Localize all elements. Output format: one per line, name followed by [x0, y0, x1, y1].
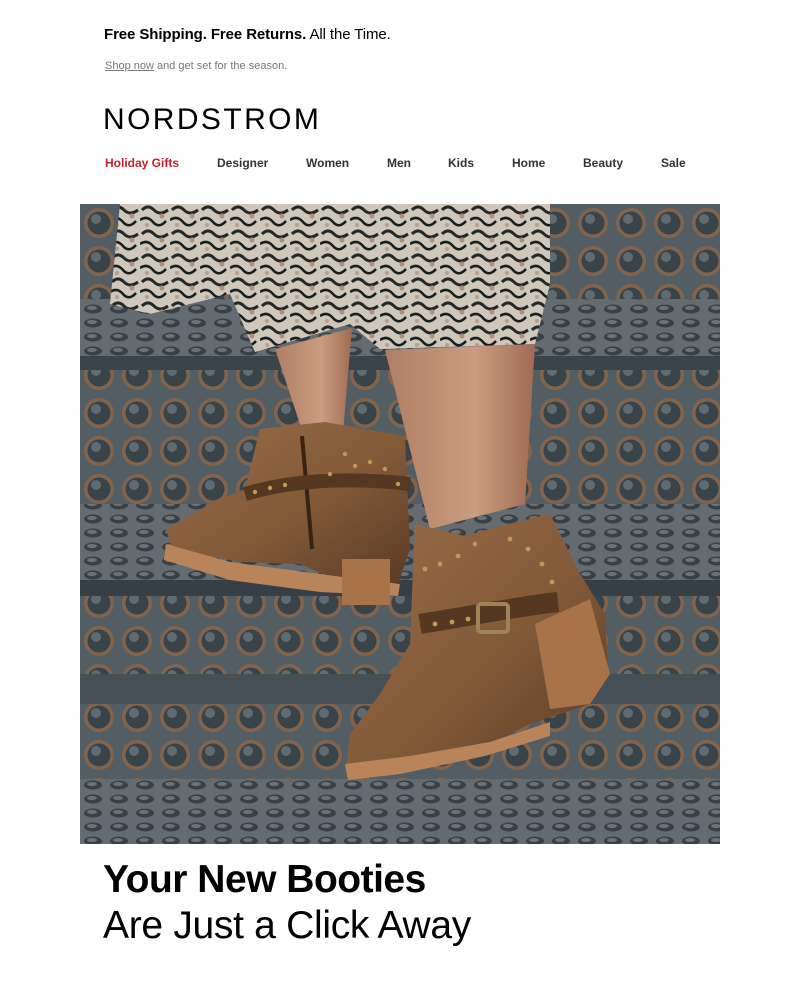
- nav-item-sale[interactable]: Sale: [661, 156, 686, 170]
- nordstrom-logo[interactable]: NORDSTROM: [103, 103, 321, 137]
- nav-item-home[interactable]: Home: [512, 156, 545, 170]
- sub-text: and get set for the season.: [157, 60, 288, 72]
- nav-item-holiday-gifts[interactable]: Holiday Gifts: [105, 156, 179, 170]
- shop-now-link[interactable]: Shop now: [105, 60, 154, 72]
- promo-bold-text: Free Shipping. Free Returns.: [104, 26, 307, 43]
- nav-item-kids[interactable]: Kids: [448, 156, 474, 170]
- main-nav: Holiday Gifts Designer Women Men Kids Ho…: [0, 156, 800, 172]
- nav-item-designer[interactable]: Designer: [217, 156, 268, 170]
- hero-headline-line1[interactable]: Your New Booties: [103, 856, 426, 904]
- hero-image[interactable]: [80, 204, 720, 844]
- hero-illustration: [80, 204, 720, 844]
- sub-banner: Shop now and get set for the season.: [105, 60, 287, 72]
- hero-headline-line2[interactable]: Are Just a Click Away: [103, 902, 471, 950]
- nav-item-beauty[interactable]: Beauty: [583, 156, 623, 170]
- promo-banner: Free Shipping. Free Returns. All the Tim…: [104, 26, 391, 43]
- promo-text: All the Time.: [309, 26, 391, 43]
- nav-item-men[interactable]: Men: [387, 156, 411, 170]
- nav-item-women[interactable]: Women: [306, 156, 349, 170]
